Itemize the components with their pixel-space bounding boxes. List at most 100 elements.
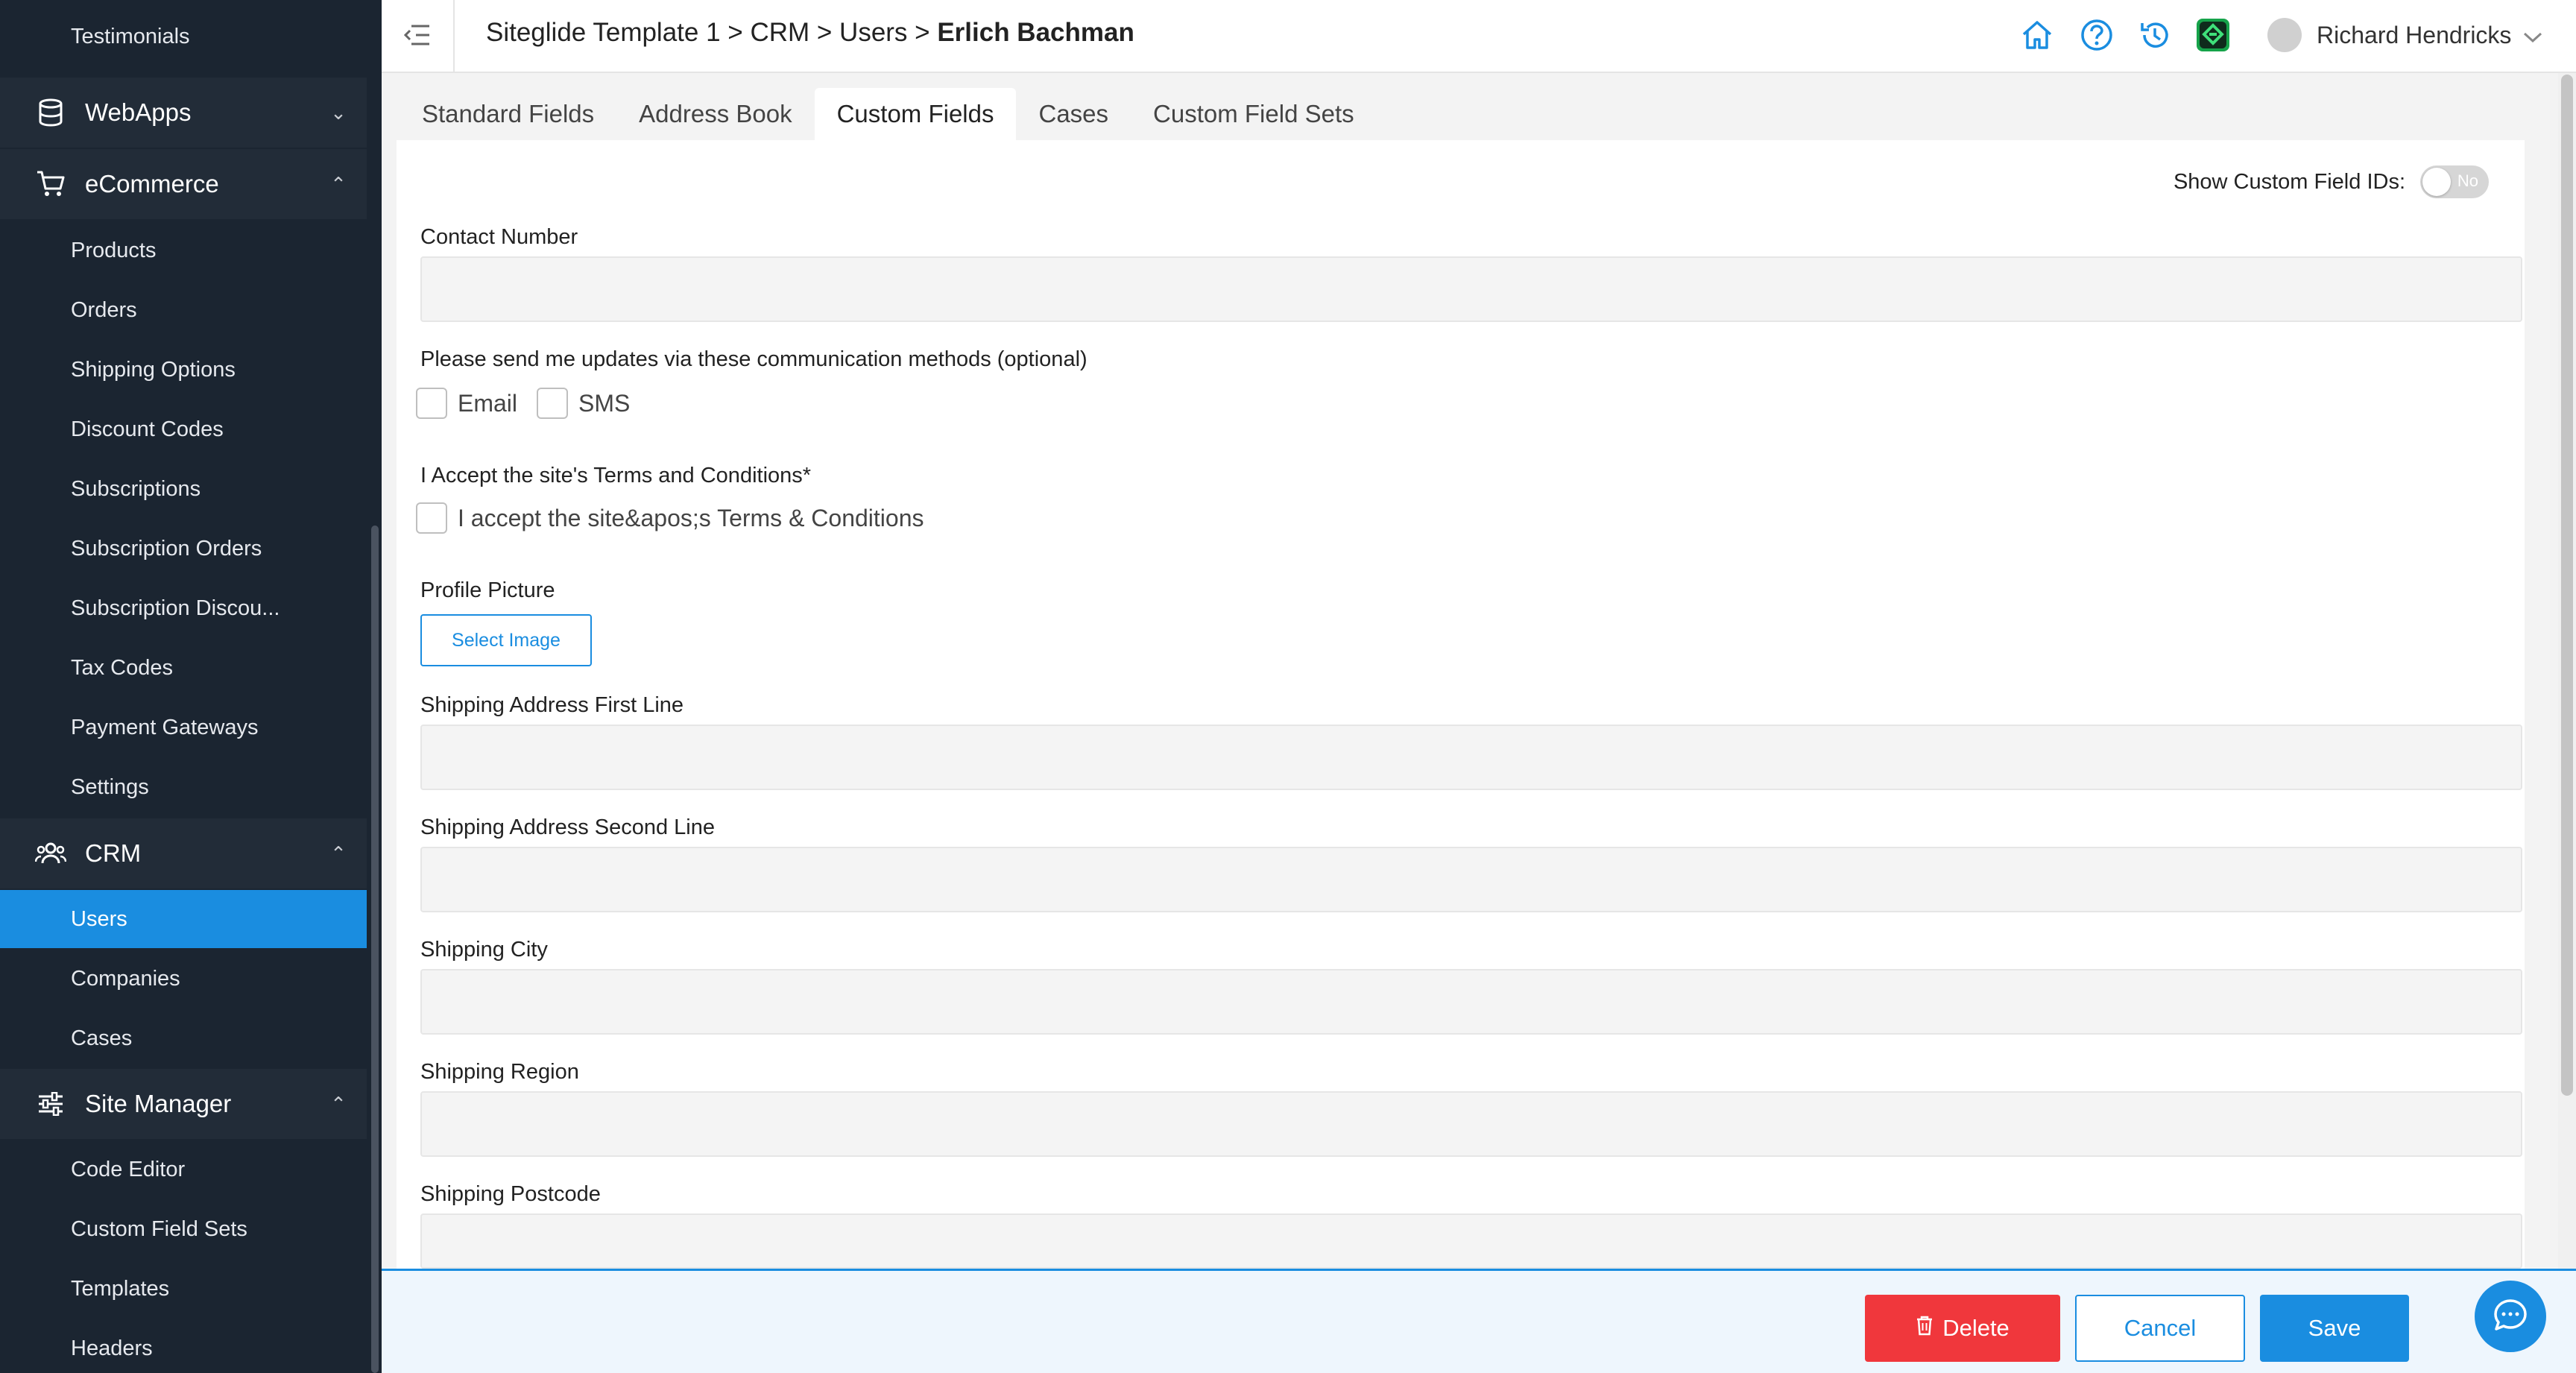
shipping-city-input[interactable] (420, 969, 2522, 1035)
toggle-knob (2422, 168, 2451, 196)
history-icon (2138, 19, 2171, 55)
chevron-up-icon: ⌃ (330, 172, 347, 195)
tab-custom-fields[interactable]: Custom Fields (814, 88, 1017, 140)
terms-option: I accept the site&apos;s Terms & Conditi… (416, 502, 924, 534)
contact-number-input[interactable] (420, 256, 2522, 322)
tab-custom-field-sets[interactable]: Custom Field Sets (1131, 88, 1377, 140)
shipping-first-line-input[interactable] (420, 725, 2522, 790)
sms-checkbox[interactable] (537, 388, 569, 419)
save-button[interactable]: Save (2260, 1295, 2409, 1362)
profile-picture-label: Profile Picture (420, 578, 555, 602)
sidebar-item-label: Custom Field Sets (71, 1216, 247, 1241)
sidebar-item-label: Subscription Discou... (71, 596, 280, 620)
siteglide-logo-icon (2196, 18, 2230, 56)
updates-label: Please send me updates via these communi… (420, 347, 1087, 371)
show-ids-toggle[interactable]: No (2420, 165, 2489, 198)
email-checkbox[interactable] (416, 388, 447, 419)
sidebar-item-subscription-discounts[interactable]: Subscription Discou... (0, 579, 367, 637)
sidebar-item-products[interactable]: Products (0, 221, 367, 280)
page-scrollbar-thumb[interactable] (2561, 75, 2573, 1096)
sidebar-group-crm[interactable]: CRM ⌃ (0, 818, 367, 888)
sidebar-item-label: Orders (71, 297, 137, 322)
sidebar-item-label: Shipping Options (71, 357, 236, 382)
email-option-label: Email (458, 389, 518, 417)
siteglide-logo-button[interactable] (2196, 18, 2230, 56)
history-button[interactable] (2138, 19, 2172, 54)
tab-standard-fields[interactable]: Standard Fields (400, 88, 616, 140)
shipping-postcode-label: Shipping Postcode (420, 1182, 601, 1206)
shipping-second-line-input[interactable] (420, 847, 2522, 912)
sidebar-group-label: WebApps (85, 98, 192, 126)
sidebar-item-users[interactable]: Users (0, 890, 367, 948)
sidebar-group-site-manager[interactable]: Site Manager ⌃ (0, 1069, 367, 1139)
sidebar-group-webapps[interactable]: WebApps ⌄ (0, 78, 367, 148)
sidebar-item-tax-codes[interactable]: Tax Codes (0, 639, 367, 697)
sidebar-item-code-editor[interactable]: Code Editor (0, 1140, 367, 1199)
avatar (2267, 18, 2302, 52)
tab-bar: Standard Fields Address Book Custom Fiel… (400, 88, 1377, 140)
sidebar-item-settings[interactable]: Settings (0, 758, 367, 816)
action-footer: Delete Cancel Save (382, 1269, 2576, 1373)
custom-fields-panel: Show Custom Field IDs: No Contact Number… (397, 140, 2525, 1269)
sidebar-item-headers[interactable]: Headers (0, 1319, 367, 1373)
collapse-menu-icon (403, 24, 431, 50)
sidebar-item-payment-gateways[interactable]: Payment Gateways (0, 698, 367, 757)
sidebar-item-label: Cases (71, 1026, 133, 1050)
help-icon (2080, 19, 2113, 55)
breadcrumb-path[interactable]: Siteglide Template 1 > CRM > Users > (486, 18, 937, 47)
sliders-icon (34, 1088, 67, 1120)
sidebar-group-ecommerce[interactable]: eCommerce ⌃ (0, 149, 367, 219)
sidebar-item-cases[interactable]: Cases (0, 1009, 367, 1067)
shipping-region-input[interactable] (420, 1091, 2522, 1157)
top-header: Siteglide Template 1 > CRM > Users > Erl… (382, 0, 2576, 73)
sidebar-group-label: eCommerce (85, 170, 219, 198)
shipping-city-label: Shipping City (420, 938, 548, 962)
sidebar: Testimonials WebApps ⌄ eCommerce ⌃ Produ… (0, 0, 382, 1373)
terms-checkbox[interactable] (416, 502, 447, 534)
sms-option-label: SMS (578, 389, 631, 417)
sidebar-item-label: Payment Gateways (71, 715, 259, 739)
sidebar-item-orders[interactable]: Orders (0, 281, 367, 339)
sidebar-item-custom-field-sets[interactable]: Custom Field Sets (0, 1200, 367, 1258)
terms-label: I Accept the site's Terms and Conditions… (420, 464, 812, 487)
shipping-postcode-input[interactable] (420, 1213, 2522, 1269)
sidebar-group-label: CRM (85, 839, 142, 867)
sidebar-item-label: Headers (71, 1336, 153, 1360)
sidebar-item-label: Subscription Orders (71, 536, 262, 561)
tab-address-book[interactable]: Address Book (616, 88, 814, 140)
sidebar-item-label: Tax Codes (71, 655, 174, 680)
sidebar-item-testimonials[interactable]: Testimonials (0, 7, 367, 66)
home-icon (2021, 19, 2053, 54)
cancel-button[interactable]: Cancel (2075, 1295, 2245, 1362)
sidebar-item-subscription-orders[interactable]: Subscription Orders (0, 520, 367, 578)
chat-icon (2493, 1298, 2528, 1336)
show-custom-field-ids: Show Custom Field IDs: No (2174, 165, 2489, 198)
delete-button[interactable]: Delete (1865, 1295, 2060, 1362)
chevron-up-icon: ⌃ (330, 1092, 347, 1115)
sidebar-item-label: Templates (71, 1276, 170, 1301)
sidebar-item-shipping-options[interactable]: Shipping Options (0, 341, 367, 399)
sidebar-item-label: Products (71, 238, 157, 262)
shipping-first-line-label: Shipping Address First Line (420, 693, 684, 717)
user-menu[interactable]: Richard Hendricks (2267, 18, 2542, 52)
sidebar-scrollbar-thumb[interactable] (371, 525, 379, 1373)
delete-label: Delete (1942, 1315, 2010, 1341)
chevron-down-icon: ⌄ (330, 101, 347, 124)
toggle-state-label: No (2457, 171, 2478, 190)
sidebar-item-subscriptions[interactable]: Subscriptions (0, 460, 367, 518)
database-icon (34, 96, 67, 129)
sidebar-item-templates[interactable]: Templates (0, 1260, 367, 1318)
sidebar-toggle-button[interactable] (382, 0, 455, 73)
chat-launcher-button[interactable] (2475, 1281, 2546, 1352)
sidebar-item-companies[interactable]: Companies (0, 950, 367, 1008)
sidebar-item-label: Testimonials (71, 24, 190, 48)
select-image-button[interactable]: Select Image (420, 614, 592, 666)
sidebar-item-label: Settings (71, 774, 149, 799)
breadcrumb: Siteglide Template 1 > CRM > Users > Erl… (486, 18, 1134, 48)
sidebar-item-discount-codes[interactable]: Discount Codes (0, 400, 367, 458)
show-ids-label: Show Custom Field IDs: (2173, 169, 2405, 194)
tab-cases[interactable]: Cases (1016, 88, 1131, 140)
help-button[interactable] (2080, 19, 2114, 54)
home-button[interactable] (2020, 19, 2054, 54)
sidebar-group-label: Site Manager (85, 1090, 232, 1117)
